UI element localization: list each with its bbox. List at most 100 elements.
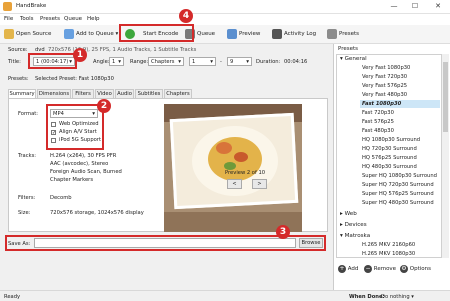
preview-icon	[227, 28, 237, 39]
menu-bar: File Tools Presets Queue Help	[0, 14, 450, 25]
activity-log-icon	[272, 28, 282, 39]
tab-audio[interactable]: Audio	[115, 89, 134, 98]
next-preview-button[interactable]: >	[252, 179, 267, 189]
preset-item[interactable]: Fast 720p30	[362, 110, 394, 116]
handbrake-app-icon	[3, 2, 12, 11]
filters-value: Decomb	[50, 195, 72, 201]
group-web[interactable]: ▸ Web	[340, 211, 357, 217]
filters-label: Filters:	[18, 195, 36, 201]
callout-3: 3	[276, 225, 290, 239]
status-text: Ready	[4, 294, 21, 300]
range-label: Range:	[130, 59, 149, 65]
title-bar: HandBrake — ☐ ✕	[0, 0, 450, 14]
preview-button[interactable]: Preview	[227, 28, 260, 41]
track-line: H.264 (x264), 30 FPS PFR	[50, 153, 117, 159]
callout-box-format	[46, 104, 104, 150]
preview-caption: Preview 2 of 10	[225, 170, 266, 176]
preset-item[interactable]: Super HQ 576p25 Surround	[362, 191, 434, 197]
presets-scrollbar[interactable]	[442, 54, 449, 258]
track-line: Foreign Audio Scan, Burned	[50, 169, 122, 175]
preset-options-button[interactable]: ⚙ Options	[400, 265, 431, 273]
size-label: Size:	[18, 210, 31, 216]
tab-video[interactable]: Video	[95, 89, 114, 98]
duration-label: Duration:	[256, 59, 281, 65]
callout-1: 1	[73, 48, 87, 62]
group-matroska[interactable]: ▾ Matroska	[340, 233, 370, 239]
film-reel-icon	[4, 28, 14, 39]
track-line: AAC (avcodec), Stereo	[50, 161, 109, 167]
remove-preset-button[interactable]: − Remove	[364, 265, 396, 273]
presets-label: Presets:	[8, 76, 29, 82]
source-label: Source:	[8, 47, 28, 53]
menu-file[interactable]: File	[4, 16, 13, 22]
window-title: HandBrake	[16, 3, 47, 9]
toolbar: Open Source Add to Queue ▾ Start Encode …	[0, 25, 450, 44]
status-bar: Ready When Done: Do nothing ▾	[0, 290, 450, 301]
duration-value: 00:04:16	[284, 59, 308, 65]
menu-tools[interactable]: Tools	[20, 16, 34, 22]
when-done-dropdown[interactable]: Do nothing ▾	[381, 294, 414, 300]
callout-box-start-encode	[119, 24, 194, 42]
preset-item[interactable]: Super HQ 720p30 Surround	[362, 182, 434, 188]
preset-item[interactable]: HQ 1080p30 Surround	[362, 137, 420, 143]
add-to-queue-caret[interactable]: ▾	[116, 31, 119, 37]
presets-header: Presets	[338, 46, 359, 52]
preset-item[interactable]: H.265 MKV 2160p60	[362, 242, 415, 248]
angle-dropdown[interactable]: 1	[109, 57, 124, 66]
format-label: Format:	[18, 111, 39, 117]
callout-4: 4	[179, 9, 193, 23]
group-general[interactable]: ▾ General	[340, 56, 367, 62]
add-to-queue-button[interactable]: Add to Queue ▾	[64, 28, 118, 41]
gear-icon: ⚙	[400, 265, 408, 273]
tab-summary[interactable]: Summary	[8, 89, 36, 98]
tab-dimensions[interactable]: Dimensions	[37, 89, 71, 98]
preset-item[interactable]: HQ 480p30 Surround	[362, 164, 417, 170]
menu-queue[interactable]: Queue	[64, 16, 82, 22]
activity-log-button[interactable]: Activity Log	[272, 28, 316, 41]
settings-tabs: Summary Dimensions Filters Video Audio S…	[8, 89, 328, 98]
preset-item[interactable]: HQ 576p25 Surround	[362, 155, 417, 161]
range-dropdown[interactable]: Chapters	[148, 57, 184, 66]
preset-item[interactable]: Very Fast 720p30	[362, 74, 407, 80]
add-preset-button[interactable]: + Add	[338, 265, 358, 273]
menu-presets[interactable]: Presets	[40, 16, 60, 22]
preset-item[interactable]: Very Fast 576p25	[362, 83, 407, 89]
tab-subtitles[interactable]: Subtitles	[135, 89, 163, 98]
maximize-button[interactable]: ☐	[405, 1, 425, 12]
tab-filters[interactable]: Filters	[72, 89, 94, 98]
tab-chapters[interactable]: Chapters	[164, 89, 192, 98]
range-end-dropdown[interactable]: 9	[227, 57, 252, 66]
preset-item-selected[interactable]: Fast 1080p30	[362, 101, 401, 107]
when-done-label: When Done:	[349, 294, 385, 300]
preset-item[interactable]: HQ 720p30 Surround	[362, 146, 417, 152]
preset-item[interactable]: H.265 MKV 1080p30	[362, 251, 415, 257]
tracks-label: Tracks:	[18, 153, 37, 159]
minimize-button[interactable]: —	[384, 1, 404, 12]
preset-item[interactable]: Very Fast 1080p30	[362, 65, 410, 71]
preset-item[interactable]: Super HQ 1080p30 Surround	[362, 173, 437, 179]
range-separator: -	[220, 59, 222, 65]
preset-item[interactable]: Super HQ 480p30 Surround	[362, 200, 434, 206]
preview-image	[164, 104, 302, 232]
presets-panel: Presets ▾ General Very Fast 1080p30 Very…	[333, 44, 450, 290]
group-devices[interactable]: ▸ Devices	[340, 222, 367, 228]
preset-item[interactable]: Very Fast 480p30	[362, 92, 407, 98]
menu-help[interactable]: Help	[87, 16, 100, 22]
minus-icon: −	[364, 265, 372, 273]
previous-preview-button[interactable]: <	[227, 179, 242, 189]
track-line: Chapter Markers	[50, 177, 94, 183]
presets-icon	[327, 28, 337, 39]
open-source-button[interactable]: Open Source	[4, 28, 51, 41]
preset-item[interactable]: Fast 480p30	[362, 128, 394, 134]
preset-item[interactable]: Fast 576p25	[362, 119, 394, 125]
add-queue-icon	[64, 28, 74, 39]
close-button[interactable]: ✕	[428, 1, 448, 12]
title-label: Title:	[8, 59, 21, 65]
angle-label: Angle:	[93, 59, 110, 65]
callout-box-title	[28, 53, 77, 69]
plus-icon: +	[338, 265, 346, 273]
callout-2: 2	[97, 99, 111, 113]
range-start-dropdown[interactable]: 1	[189, 57, 216, 66]
size-value: 720x576 storage, 1024x576 display	[50, 210, 144, 216]
presets-toggle-button[interactable]: Presets	[327, 28, 359, 41]
